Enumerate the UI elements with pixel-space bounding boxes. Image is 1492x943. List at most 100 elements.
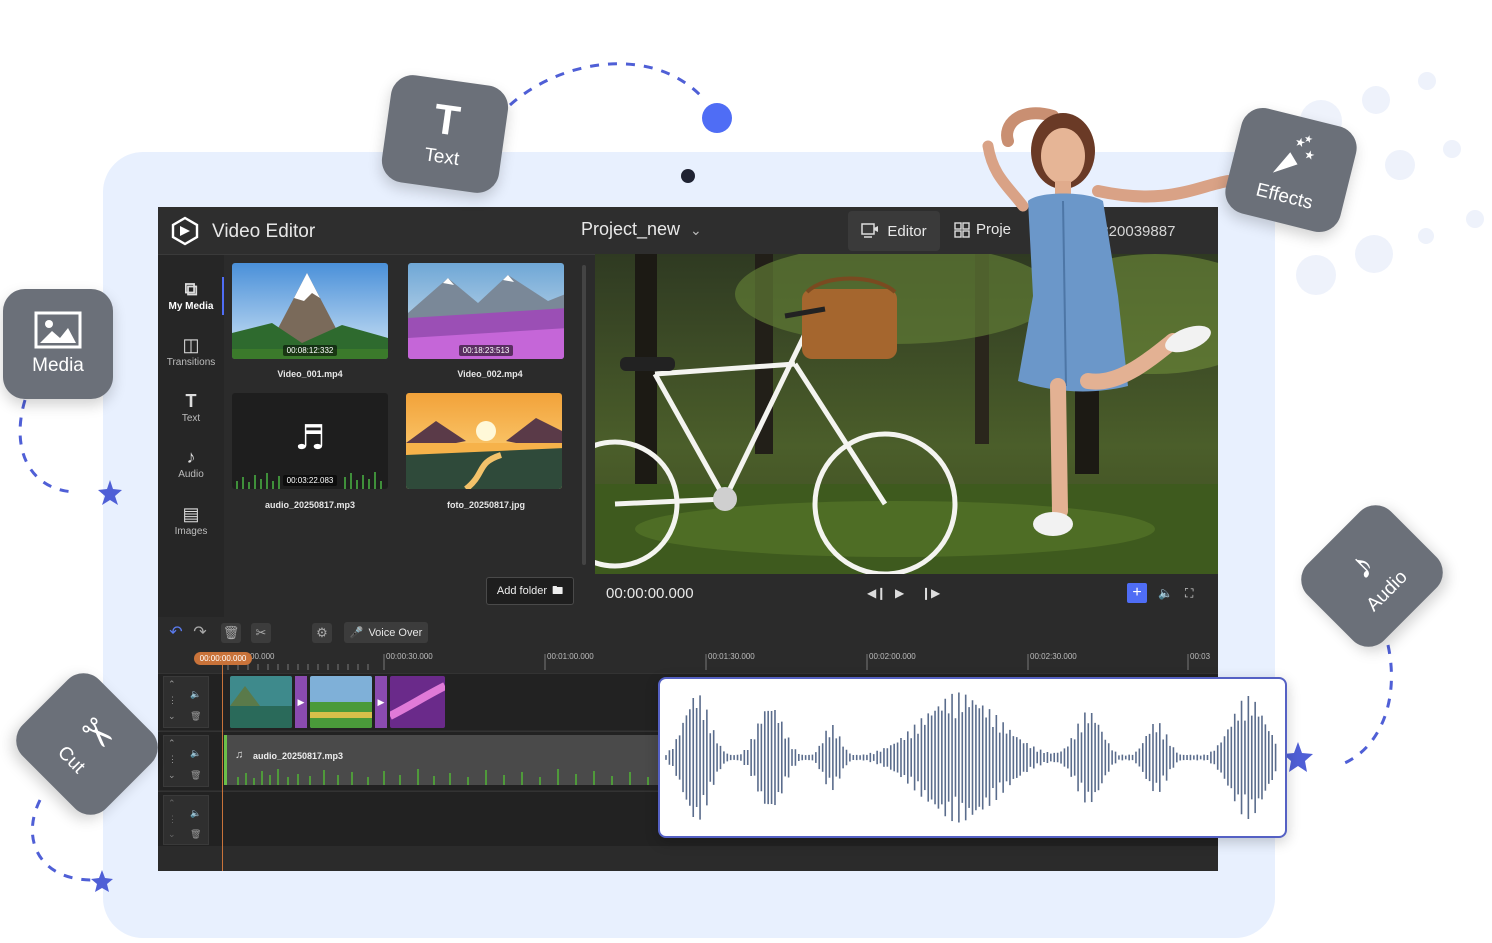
drag-handle-icon[interactable]: ⋮ (168, 695, 177, 706)
sidebar-item-label: My Media (168, 301, 214, 312)
undo-icon[interactable]: ↶ (166, 623, 186, 643)
clip-thumbnail (390, 676, 445, 728)
sidebar-item-my-media[interactable]: ⧉ My Media (158, 279, 224, 312)
ruler-tick-label: 00.000 (250, 652, 275, 661)
add-folder-label: Add folder (496, 585, 548, 597)
decor-bubble (1443, 140, 1461, 158)
audio-clip-name: audio_20250817.mp3 (253, 751, 344, 761)
voice-over-label: Voice Over (368, 626, 423, 639)
decor-bubble (1418, 228, 1434, 244)
media-item-name: Video_001.mp4 (277, 369, 343, 379)
trash-icon[interactable]: 🗑 (190, 711, 201, 722)
speaker-icon[interactable]: 🔈 (190, 689, 201, 700)
text-icon: T (431, 94, 463, 145)
media-item-audio[interactable]: ♬ 00:03:22.083 (232, 393, 388, 489)
drag-handle-icon[interactable]: ⋮ (168, 814, 177, 825)
sidebar-item-transitions[interactable]: ◫ Transitions (158, 335, 224, 368)
svg-text:♬: ♬ (295, 418, 325, 458)
media-item-name: foto_20250817.jpg (446, 500, 526, 510)
project-name[interactable]: Project_new (581, 219, 680, 240)
media-scrollbar[interactable] (582, 265, 586, 565)
ruler-tick-label: 00:01:30.000 (708, 652, 755, 661)
delete-icon[interactable]: 🗑 (221, 623, 241, 643)
media-item-video-002[interactable]: 00:18:23:513 (408, 263, 564, 359)
chevron-down-icon[interactable]: ⌄ (690, 222, 702, 239)
microphone-icon: 🎤 (349, 627, 364, 639)
decor-bubble (1466, 210, 1484, 228)
dancing-woman-illustration (982, 107, 1234, 536)
clip-thumbnail (230, 676, 292, 728)
sidebar-item-label: Text (181, 413, 201, 424)
media-duration: 00:08:12:332 (282, 345, 338, 356)
folder-icon: 🖿 (552, 584, 564, 597)
layers-icon: ⧉ (184, 279, 198, 299)
playhead-line[interactable] (222, 663, 223, 871)
speaker-icon[interactable]: 🔈 (190, 748, 201, 759)
decor-bubble (1362, 86, 1390, 114)
drag-handle-icon[interactable]: ⋮ (168, 754, 177, 765)
image-icon (34, 311, 82, 349)
transitions-icon: ◫ (182, 335, 200, 355)
music-note-icon: ♪ (1340, 544, 1384, 588)
sidebar-item-label: Transitions (166, 357, 216, 368)
step-forward-icon[interactable]: ❙▶ (921, 586, 940, 600)
clip-thumbnail (310, 676, 372, 728)
decor-bubble (1418, 72, 1436, 90)
video-clip[interactable] (230, 676, 292, 728)
play-icon[interactable]: ▶ (895, 586, 904, 600)
magic-wand-icon: ★ ★ ★ (1272, 133, 1316, 173)
decor-bubble (1385, 150, 1415, 180)
transition-marker[interactable]: ▶ (375, 676, 387, 728)
volume-icon[interactable]: 🔈 (1158, 586, 1173, 600)
track-controls: ⌃ ⋮ ⌄ 🔈 🗑 (163, 676, 209, 728)
chevron-up-icon[interactable]: ⌃ (168, 798, 176, 809)
tab-editor[interactable]: Editor (848, 211, 940, 251)
add-to-timeline-button[interactable]: + (1127, 583, 1147, 603)
sunset-thumbnail (406, 393, 562, 489)
transition-marker[interactable]: ▶ (295, 676, 307, 728)
current-timecode: 00:00:00.000 (606, 585, 694, 602)
badge-label: Media (32, 355, 84, 376)
add-folder-button[interactable]: Add folder 🖿 (486, 577, 574, 605)
text-icon: T (185, 391, 197, 411)
svg-text:★: ★ (1303, 133, 1314, 146)
sidebar-item-images[interactable]: ▤ Images (158, 504, 224, 537)
decor-bubble (1296, 255, 1336, 295)
trash-icon[interactable]: 🗑 (190, 829, 201, 840)
speaker-icon[interactable]: 🔈 (190, 808, 201, 819)
chevron-down-icon[interactable]: ⌄ (168, 829, 176, 840)
player-controls: 00:00:00.000 ◀❙ ▶ ❙▶ + 🔈 ⛶ (595, 574, 1218, 616)
chevron-up-icon[interactable]: ⌃ (168, 738, 176, 749)
badge-label: Text (423, 144, 461, 171)
redo-icon[interactable]: ↷ (190, 623, 210, 643)
music-note-icon: ♪ (186, 447, 196, 467)
playhead-time[interactable]: 00:00:00.000 (194, 652, 252, 665)
editor-icon (861, 223, 879, 238)
ruler-tick-label: 00:02:00.000 (869, 652, 916, 661)
sidebar-item-audio[interactable]: ♪ Audio (158, 447, 224, 480)
video-clip[interactable] (310, 676, 372, 728)
media-item-image[interactable] (406, 393, 562, 489)
media-feature-badge: Media (3, 289, 113, 399)
audio-clip-waveform (237, 769, 649, 785)
track-controls: ⌃ ⋮ ⌄ 🔈 🗑 (163, 795, 209, 845)
decor-bubble (1355, 235, 1393, 273)
app-title: Video Editor (212, 221, 316, 242)
chevron-up-icon[interactable]: ⌃ (168, 679, 176, 690)
split-icon[interactable]: ✂ (251, 623, 271, 643)
media-item-video-001[interactable]: 00:08:12:332 (232, 263, 388, 359)
timeline-ruler[interactable]: 00.000 00:00:30.000 00:01:00.000 00:01:3… (158, 650, 1218, 672)
chevron-down-icon[interactable]: ⌄ (168, 711, 176, 722)
voice-over-button[interactable]: 🎤 Voice Over (344, 622, 428, 643)
app-logo-icon (171, 216, 199, 246)
chevron-down-icon[interactable]: ⌄ (168, 770, 176, 781)
tab-editor-label: Editor (887, 222, 927, 240)
video-clip[interactable] (390, 676, 445, 728)
step-back-icon[interactable]: ◀❙ (867, 586, 886, 600)
fullscreen-icon[interactable]: ⛶ (1185, 586, 1193, 601)
trash-icon[interactable]: 🗑 (190, 770, 201, 781)
settings-icon[interactable]: ⚙ (312, 623, 332, 643)
sidebar-item-text[interactable]: T Text (158, 391, 224, 424)
left-sidebar: ⧉ My Media ◫ Transitions T Text ♪ Audio … (158, 255, 225, 617)
audio-clip[interactable]: ♫ audio_20250817.mp3 (224, 735, 667, 785)
